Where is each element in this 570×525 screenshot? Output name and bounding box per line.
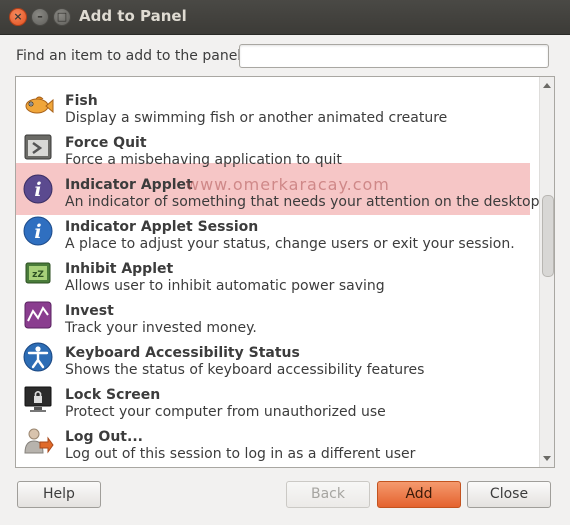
force-quit-icon — [24, 134, 52, 160]
back-button[interactable]: Back — [286, 481, 370, 508]
item-name: Keyboard Accessibility Status — [65, 345, 300, 361]
title-bar: × – □ Add to Panel — [0, 0, 570, 35]
invest-icon — [24, 301, 52, 329]
close-button[interactable]: Close — [467, 481, 551, 508]
inhibit-icon: zZ — [25, 262, 51, 284]
applet-list[interactable]: Fish Display a swimming fish or another … — [15, 76, 555, 468]
item-description: An indicator of something that needs you… — [65, 194, 540, 210]
list-scrollbar[interactable] — [539, 77, 554, 467]
item-name: Inhibit Applet — [65, 261, 174, 277]
log-out-icon — [24, 428, 54, 454]
item-description: Protect your computer from unauthorized … — [65, 404, 386, 420]
item-description: Track your invested money. — [65, 320, 257, 336]
list-item-invest[interactable]: Invest Track your invested money. — [16, 293, 538, 336]
item-name: Log Out... — [65, 429, 143, 445]
scroll-up-icon[interactable] — [543, 83, 551, 88]
svg-text:zZ: zZ — [32, 270, 44, 280]
window-minimize-button[interactable]: – — [31, 8, 49, 26]
list-item-lock-screen[interactable]: Lock Screen Protect your computer from u… — [16, 377, 538, 420]
list-item-log-out[interactable]: Log Out... Log out of this session to lo… — [16, 419, 538, 462]
item-name: Indicator Applet Session — [65, 219, 259, 235]
accessibility-icon — [23, 342, 53, 372]
list-item-fish[interactable]: Fish Display a swimming fish or another … — [16, 83, 538, 126]
window-title: Add to Panel — [79, 7, 187, 25]
item-description: Log out of this session to log in as a d… — [65, 446, 416, 462]
item-description: Shows the status of keyboard accessibili… — [65, 362, 425, 378]
search-input[interactable] — [239, 44, 549, 68]
window-maximize-button[interactable]: □ — [53, 8, 71, 26]
list-item-force-quit[interactable]: Force Quit Force a misbehaving applicati… — [16, 125, 538, 168]
window-close-button[interactable]: × — [9, 8, 27, 26]
add-button[interactable]: Add — [377, 481, 461, 508]
watermark: www.omerkaracay.com — [186, 175, 390, 194]
fish-icon — [25, 96, 54, 114]
info-icon: i — [23, 174, 53, 204]
scroll-thumb[interactable] — [542, 195, 554, 277]
search-label: Find an item to add to the panel: — [16, 48, 246, 64]
svg-text:i: i — [34, 179, 41, 201]
item-name: Fish — [65, 93, 98, 109]
item-description: Display a swimming fish or another anima… — [65, 110, 448, 126]
list-item-indicator-applet-session[interactable]: i Indicator Applet Session A place to ad… — [16, 209, 538, 252]
item-description: Force a misbehaving application to quit — [65, 152, 342, 168]
item-name: Lock Screen — [65, 387, 161, 403]
svg-text:i: i — [34, 221, 41, 243]
item-description: Allows user to inhibit automatic power s… — [65, 278, 385, 294]
item-name: Force Quit — [65, 135, 147, 151]
add-to-panel-dialog: × – □ Add to Panel Find an item to add t… — [0, 0, 570, 525]
scroll-down-icon[interactable] — [543, 456, 551, 461]
info-icon: i — [23, 216, 53, 246]
list-item-inhibit-applet[interactable]: zZ Inhibit Applet Allows user to inhibit… — [16, 251, 538, 294]
item-name: Indicator Applet — [65, 177, 193, 193]
item-name: Invest — [65, 303, 114, 319]
lock-screen-icon — [24, 386, 52, 412]
item-description: A place to adjust your status, change us… — [65, 236, 515, 252]
list-item-keyboard-accessibility-status[interactable]: Keyboard Accessibility Status Shows the … — [16, 335, 538, 378]
help-button[interactable]: Help — [17, 481, 101, 508]
